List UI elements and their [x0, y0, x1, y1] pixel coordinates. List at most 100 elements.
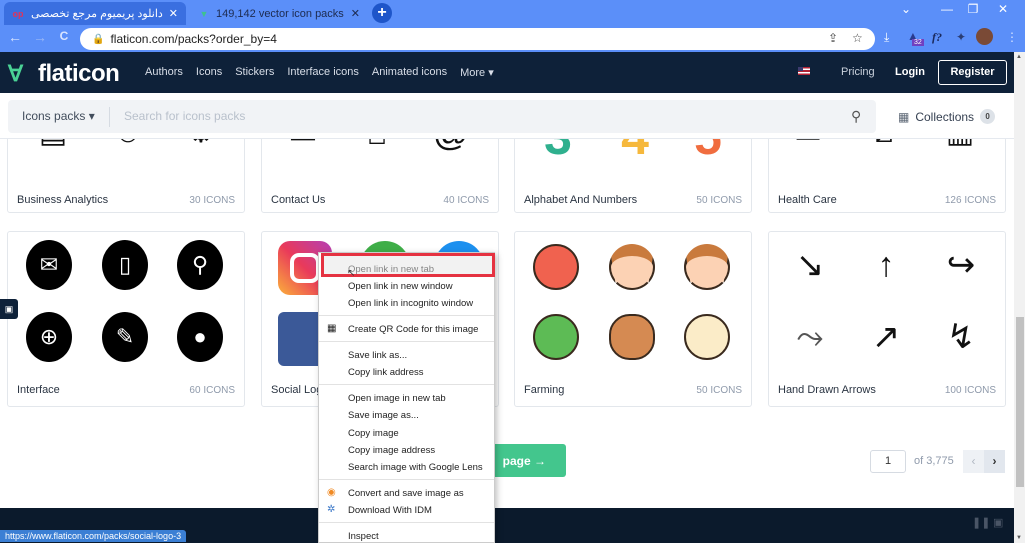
swirl-arrow-icon: ↗: [871, 318, 901, 356]
menu-separator: [319, 341, 494, 342]
close-tab-icon[interactable]: ✕: [351, 7, 360, 20]
minimize-button[interactable]: —: [937, 2, 957, 16]
head-gear-icon: ☺: [105, 139, 151, 156]
pack-count: 60 ICONS: [189, 385, 235, 396]
search-icon[interactable]: ⚲: [851, 108, 861, 125]
pack-count: 126 ICONS: [944, 195, 996, 206]
broccoli-icon: [533, 314, 579, 360]
new-tab-button[interactable]: +: [372, 3, 392, 23]
apple-icon: [533, 244, 579, 290]
menu-item-convert-save-image[interactable]: Convert and save image as: [348, 488, 464, 499]
idm-icon: ✲: [327, 504, 336, 515]
pencil-circle-icon: ✎: [102, 312, 148, 362]
chrome-menu-icon[interactable]: ⋮: [1006, 30, 1018, 44]
tab-active[interactable]: op دانلود پریمیوم مرجع تخصصی دانلو ✕: [4, 2, 186, 25]
collections-button[interactable]: ▦ Collections 0: [898, 109, 996, 124]
tab-title: 149,142 vector icon packs - SVG: [216, 7, 345, 20]
pause-icon[interactable]: ❚❚: [972, 516, 990, 529]
register-button[interactable]: Register: [938, 60, 1007, 85]
menu-item-copy-link[interactable]: Copy link address: [348, 367, 424, 378]
menu-separator: [319, 479, 494, 480]
vertical-scrollbar[interactable]: ▲ ▼: [1014, 52, 1025, 543]
house-icon: ⌂: [354, 139, 400, 156]
feedback-icon[interactable]: ▣: [0, 299, 18, 319]
reload-button[interactable]: C: [55, 29, 73, 43]
pack-name: Farming: [524, 384, 565, 396]
address-text: flaticon.com/packs?order_by=4: [110, 32, 277, 46]
nav-more[interactable]: More ▾: [460, 66, 494, 79]
us-flag-icon[interactable]: [798, 67, 810, 75]
pack-card[interactable]: ↘ ↑ ↪ ⤳ ↗ ↯ Hand Drawn Arrows 100 ICONS: [768, 231, 1006, 407]
menu-item-google-lens[interactable]: Search image with Google Lens: [348, 462, 483, 473]
login-link[interactable]: Login: [895, 66, 925, 78]
extensions-puzzle-icon[interactable]: ✦: [956, 30, 966, 44]
menu-item-open-image-new-tab[interactable]: Open image in new tab: [348, 393, 446, 404]
menu-separator: [319, 315, 494, 316]
pack-name: Social Log: [271, 384, 323, 396]
bookmark-star-icon[interactable]: ☆: [852, 31, 863, 45]
search-divider: [109, 107, 110, 127]
op-favicon-icon: op: [12, 8, 24, 19]
prev-page-button[interactable]: ‹: [963, 450, 984, 473]
nav-authors[interactable]: Authors: [145, 66, 183, 79]
search-input[interactable]: Search for icons packs: [124, 109, 245, 123]
menu-item-inspect[interactable]: Inspect: [348, 531, 379, 542]
pack-card[interactable]: ✉ ▯ ⚲ ⊕ ✎ ● Interface 60 ICONS: [7, 231, 245, 407]
download-extension-icon[interactable]: ⤓: [884, 30, 889, 45]
pack-name: Business Analytics: [17, 194, 109, 206]
nav-stickers[interactable]: Stickers: [235, 66, 274, 79]
pricing-link[interactable]: Pricing: [841, 66, 875, 78]
pack-card[interactable]: ▭ ⧄ ▥ Health Care 126 ICONS: [768, 139, 1006, 213]
up-arrow-icon: ↑: [877, 245, 895, 284]
nav-interface-icons[interactable]: Interface icons: [287, 66, 359, 79]
font-finder-extension-icon[interactable]: f?: [932, 30, 942, 45]
flaticon-logo-icon: ∀: [8, 61, 23, 86]
menu-item-copy-image[interactable]: Copy image: [348, 428, 399, 439]
menu-item-save-link[interactable]: Save link as...: [348, 350, 407, 361]
page-number-input[interactable]: 1: [870, 450, 906, 473]
menu-item-open-link-new-window[interactable]: Open link in new window: [348, 281, 453, 292]
menu-item-open-link-incognito[interactable]: Open link in incognito window: [348, 298, 473, 309]
menu-item-download-idm[interactable]: Download With IDM: [348, 505, 432, 516]
pack-name: Contact Us: [271, 194, 326, 206]
qr-code-icon: ▦: [327, 323, 337, 334]
close-tab-icon[interactable]: ✕: [169, 7, 178, 20]
flaticon-logo[interactable]: ∀ flaticon: [8, 60, 120, 88]
close-window-button[interactable]: ✕: [993, 2, 1013, 16]
scrollbar-thumb[interactable]: [1016, 317, 1024, 487]
main-nav: Authors Icons Stickers Interface icons A…: [145, 66, 507, 79]
search-type-dropdown[interactable]: Icons packs ▾: [22, 109, 95, 123]
pack-count: 100 ICONS: [944, 385, 996, 396]
pack-count: 50 ICONS: [696, 385, 742, 396]
pack-card[interactable]: ▤ ☺ ⚙ Business Analytics 30 ICONS: [7, 139, 245, 213]
tab-search-icon[interactable]: ⌄: [896, 2, 916, 16]
profile-avatar[interactable]: [976, 28, 993, 45]
nav-animated-icons[interactable]: Animated icons: [372, 66, 447, 79]
tab-title: دانلود پریمیوم مرجع تخصصی دانلو: [30, 8, 163, 20]
mail-circle-icon: ✉: [26, 240, 72, 290]
envelope-icon: ✉: [280, 139, 326, 156]
share-icon[interactable]: ⇪: [828, 31, 838, 45]
pack-card[interactable]: Farming 50 ICONS: [514, 231, 752, 407]
nav-icons[interactable]: Icons: [196, 66, 222, 79]
tab-flaticon[interactable]: ▼ 149,142 vector icon packs - SVG ✕: [190, 2, 368, 25]
menu-item-save-image[interactable]: Save image as...: [348, 410, 419, 421]
lock-icon: 🔒: [92, 33, 105, 45]
user-circle-icon: ●: [177, 312, 223, 362]
picture-in-picture-icon[interactable]: ▣: [993, 516, 1003, 529]
scroll-down-icon[interactable]: ▼: [1016, 535, 1022, 541]
garlic-icon: [684, 314, 730, 360]
menu-item-create-qr[interactable]: Create QR Code for this image: [348, 324, 478, 335]
number-four-icon: 4: [612, 139, 658, 162]
context-menu: Open link in new tab Open link in new wi…: [318, 252, 495, 543]
address-bar[interactable]: 🔒 flaticon.com/packs?order_by=4 ⇪ ☆: [80, 28, 875, 50]
pack-card[interactable]: 3 4 5 Alphabet And Numbers 50 ICONS: [514, 139, 752, 213]
forward-button[interactable]: →: [31, 29, 49, 45]
back-button[interactable]: ←: [6, 29, 24, 45]
scroll-up-icon[interactable]: ▲: [1016, 54, 1022, 60]
grid-icon: ▦: [898, 109, 910, 124]
pack-card[interactable]: ✉ ⌂ @ Contact Us 40 ICONS: [261, 139, 499, 213]
next-page-arrow-button[interactable]: ›: [984, 450, 1005, 473]
restore-button[interactable]: ❐: [963, 2, 983, 16]
menu-item-copy-image-address[interactable]: Copy image address: [348, 445, 435, 456]
